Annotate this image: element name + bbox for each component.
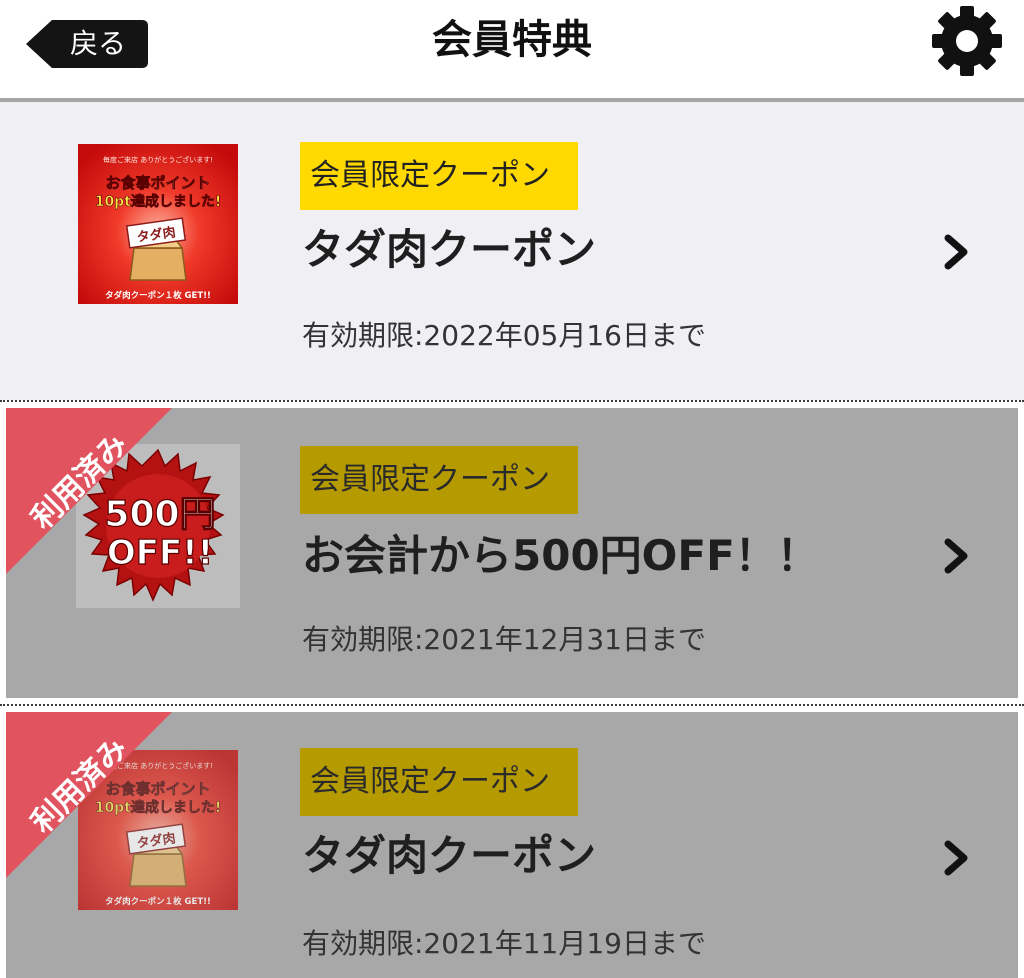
coupon-expiry: 有効期限:2021年12月31日まで: [302, 623, 706, 656]
member-coupon-tag: 会員限定クーポン: [300, 748, 578, 816]
chevron-right-icon[interactable]: [940, 232, 974, 272]
chevron-right-icon[interactable]: [940, 536, 974, 576]
page-title: 会員特典: [432, 17, 592, 63]
coupon-image-text-1: 毎度ご来店 ありがとうございます!: [103, 155, 213, 164]
coupon-title: タダ肉クーポン: [302, 831, 597, 880]
back-button[interactable]: 戻る: [26, 20, 148, 68]
coupon-image-text-3: 10pt達成しました!: [95, 193, 222, 210]
used-ribbon: 利用済み: [6, 712, 176, 882]
coupon-title: お会計から500円OFF！！: [302, 531, 819, 580]
member-coupon-tag: 会員限定クーポン: [300, 446, 578, 514]
used-ribbon: 利用済み: [6, 408, 176, 578]
coupon-expiry: 有効期限:2022年05月16日まで: [302, 319, 706, 352]
app-header: 戻る 会員特典: [0, 0, 1024, 102]
member-coupon-tag: 会員限定クーポン: [300, 142, 578, 210]
coupon-card[interactable]: 毎度ご来店 ありがとうございます! お食事ポイント 10pt達成しました! タダ…: [6, 712, 1018, 978]
meat-coupon-image: 毎度ご来店 ありがとうございます! お食事ポイント 10pt達成しました! タダ…: [78, 144, 238, 304]
coupon-image-text-2: お食事ポイント: [105, 174, 210, 192]
coupon-image: 毎度ご来店 ありがとうございます! お食事ポイント 10pt達成しました! タダ…: [78, 144, 238, 304]
coupon-list: 毎度ご来店 ありがとうございます! お食事ポイント 10pt達成しました! タダ…: [0, 102, 1024, 978]
dotted-divider: [0, 704, 1024, 706]
back-button-label: 戻る: [69, 27, 126, 60]
coupon-title: タダ肉クーポン: [302, 225, 597, 274]
dotted-divider: [0, 400, 1024, 402]
chevron-right-icon[interactable]: [940, 838, 974, 878]
coupon-card[interactable]: 毎度ご来店 ありがとうございます! お食事ポイント 10pt達成しました! タダ…: [0, 102, 1024, 400]
coupon-card[interactable]: 500円 OFF!! 利用済み 会員限定クーポン お会計から500円OFF！！ …: [6, 408, 1018, 698]
coupon-expiry: 有効期限:2021年11月19日まで: [302, 927, 706, 960]
gear-icon[interactable]: [928, 2, 1006, 80]
coupon-image-footer: タダ肉クーポン１枚 GET!!: [105, 290, 211, 301]
